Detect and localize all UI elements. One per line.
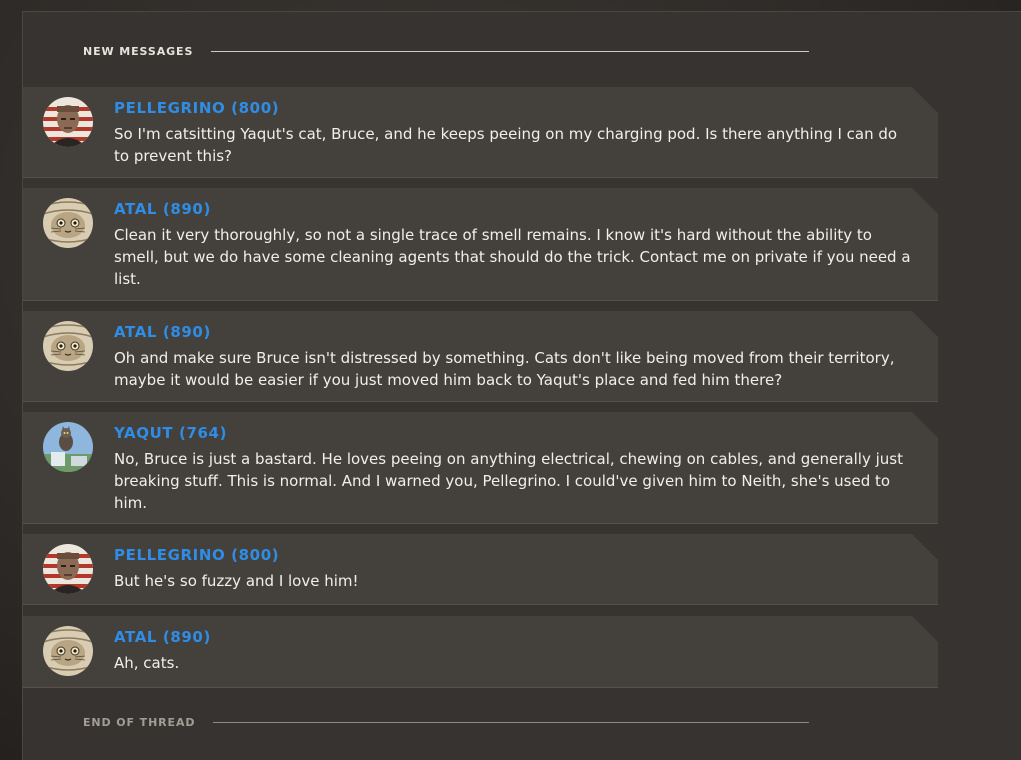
message-author[interactable]: PELLEGRINO (800) [114,546,279,564]
message-text: No, Bruce is just a bastard. He loves pe… [114,450,903,512]
message-text: Oh and make sure Bruce isn't distressed … [114,349,895,389]
message-author[interactable]: YAQUT (764) [114,424,227,442]
message-text: Clean it very thoroughly, so not a singl… [114,226,911,288]
message-text: Ah, cats. [114,654,180,672]
message-item: YAQUT (764) No, Bruce is just a bastard.… [23,412,938,524]
yaqut-avatar[interactable] [43,422,93,472]
message-item: ATAL (890) Oh and make sure Bruce isn't … [23,311,938,402]
message-thread-panel: NEW MESSAGES PELLEGRINO (800) So I'm cat… [22,11,1021,760]
pellegrino-avatar[interactable] [43,97,93,147]
atal-avatar[interactable] [43,626,93,676]
end-of-thread-divider [213,722,809,723]
message-item: PELLEGRINO (800) But he's so fuzzy and I… [23,534,938,605]
new-messages-label: NEW MESSAGES [83,45,194,58]
message-author[interactable]: ATAL (890) [114,200,211,218]
end-of-thread-label: END OF THREAD [83,716,196,729]
message-item: ATAL (890) Ah, cats. [23,616,938,688]
message-author[interactable]: PELLEGRINO (800) [114,99,279,117]
message-item: PELLEGRINO (800) So I'm catsitting Yaqut… [23,87,938,178]
new-messages-divider [211,51,809,52]
message-author[interactable]: ATAL (890) [114,628,211,646]
pellegrino-avatar[interactable] [43,544,93,594]
atal-avatar[interactable] [43,198,93,248]
message-text: But he's so fuzzy and I love him! [114,572,359,590]
message-text: So I'm catsitting Yaqut's cat, Bruce, an… [114,125,898,165]
atal-avatar[interactable] [43,321,93,371]
message-item: ATAL (890) Clean it very thoroughly, so … [23,188,938,301]
message-author[interactable]: ATAL (890) [114,323,211,341]
